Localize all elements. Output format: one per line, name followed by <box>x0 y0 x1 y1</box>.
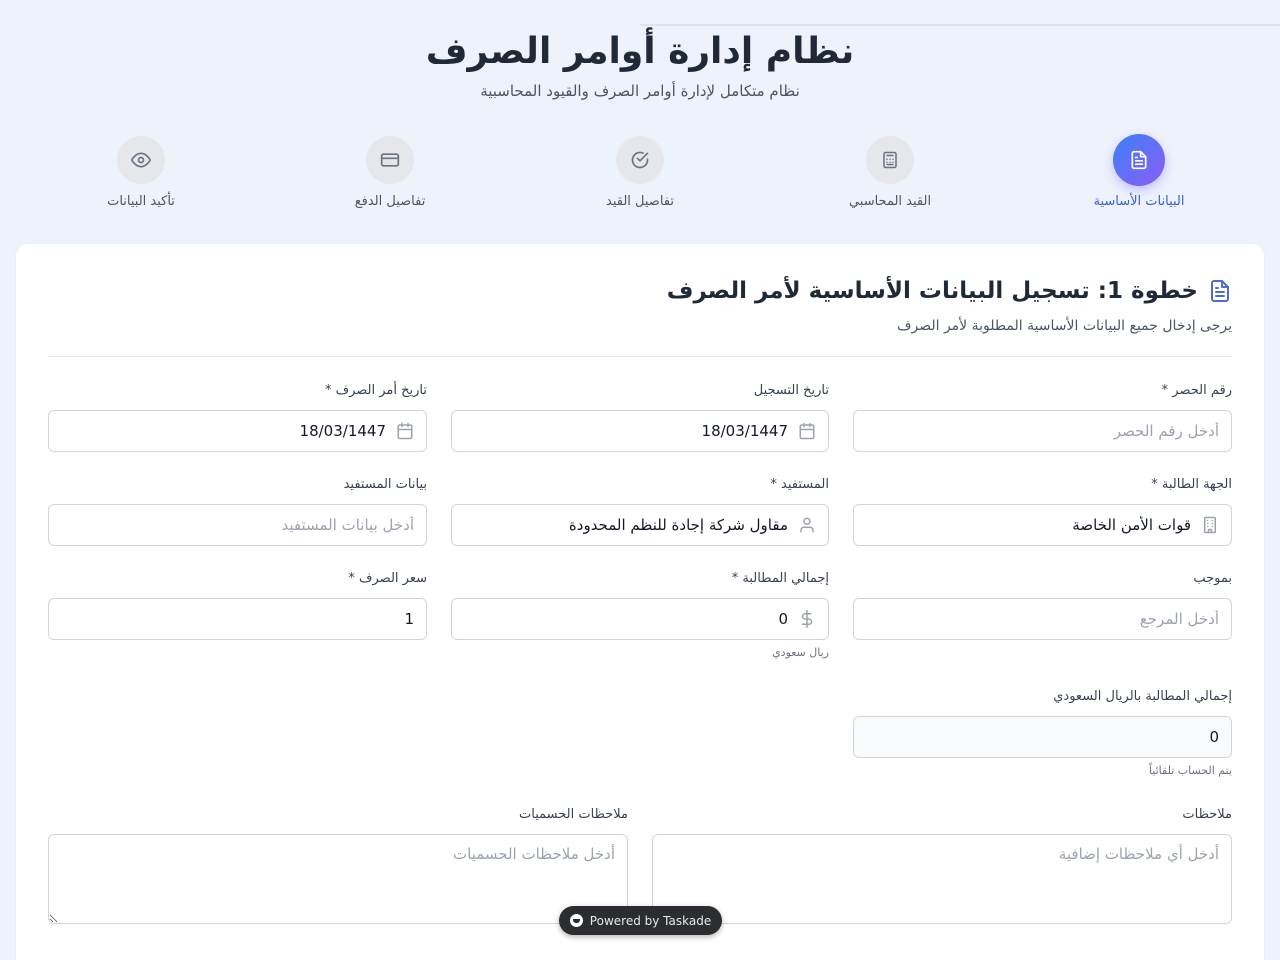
reference-label: بموجب <box>1193 571 1232 586</box>
dollar-icon <box>798 610 816 628</box>
document-icon <box>1113 134 1165 186</box>
reference-box <box>853 598 1232 640</box>
total-sar-label: إجمالي المطالبة بالريال السعودي <box>1053 689 1232 704</box>
beneficiary-data-box <box>48 504 427 546</box>
reference-input[interactable] <box>866 610 1219 628</box>
requesting-entity-box <box>853 504 1232 546</box>
order-date-box <box>48 410 427 452</box>
calendar-icon[interactable] <box>798 422 816 440</box>
beneficiary-data-input[interactable] <box>61 516 414 534</box>
registration-date-input[interactable] <box>464 422 788 440</box>
section-divider <box>48 356 1232 357</box>
beneficiary-input[interactable] <box>464 516 788 534</box>
section-title-text: خطوة 1: تسجيل البيانات الأساسية لأمر الص… <box>666 278 1198 304</box>
beneficiary-field: المستفيد * <box>451 476 829 546</box>
section-title: خطوة 1: تسجيل البيانات الأساسية لأمر الص… <box>48 278 1232 304</box>
step-basic-data[interactable]: البيانات الأساسية <box>1069 134 1209 209</box>
order-date-label: تاريخ أمر الصرف * <box>324 383 427 398</box>
user-icon <box>798 516 816 534</box>
taskade-logo-icon <box>569 914 583 927</box>
step-label: تأكيد البيانات <box>107 194 175 209</box>
total-claim-box <box>451 598 829 640</box>
step-label: البيانات الأساسية <box>1093 194 1185 209</box>
order-date-field: تاريخ أمر الصرف * <box>48 382 427 452</box>
total-sar-input <box>866 728 1219 746</box>
total-claim-field: إجمالي المطالبة * ريال سعودي <box>451 570 829 659</box>
exchange-rate-label: سعر الصرف * <box>348 571 427 586</box>
requesting-entity-field: الجهة الطالبة * <box>853 476 1232 546</box>
step-entry-details[interactable]: تفاصيل القيد <box>570 134 710 209</box>
step-label: القيد المحاسبي <box>848 194 932 209</box>
step-payment-details[interactable]: تفاصيل الدفع <box>320 134 460 209</box>
total-claim-hint: ريال سعودي <box>772 646 829 659</box>
notes-label: ملاحظات <box>1182 807 1232 822</box>
app-subtitle: نظام متكامل لإدارة أوامر الصرف والقيود ا… <box>480 82 800 100</box>
top-divider <box>640 24 1280 26</box>
inventory-number-input[interactable] <box>866 422 1219 440</box>
document-icon <box>1208 279 1232 303</box>
calendar-icon[interactable] <box>396 422 414 440</box>
form-card: خطوة 1: تسجيل البيانات الأساسية لأمر الص… <box>16 244 1264 960</box>
credit-card-icon <box>366 136 414 184</box>
deduction-notes-textarea[interactable] <box>48 834 628 924</box>
calculator-icon <box>866 136 914 184</box>
step-confirm-data[interactable]: تأكيد البيانات <box>71 134 211 209</box>
page-header: نظام إدارة أوامر الصرف نظام متكامل لإدار… <box>0 0 1280 100</box>
stepper: البيانات الأساسية القيد المحاسبي تفاصيل … <box>0 134 1280 214</box>
total-sar-box <box>853 716 1232 758</box>
app-title: نظام إدارة أوامر الصرف <box>425 31 855 72</box>
exchange-rate-field: سعر الصرف * <box>48 570 427 640</box>
section-header: خطوة 1: تسجيل البيانات الأساسية لأمر الص… <box>48 278 1232 334</box>
beneficiary-box <box>451 504 829 546</box>
requesting-entity-input[interactable] <box>866 516 1191 534</box>
notes-field: ملاحظات <box>652 806 1232 928</box>
check-circle-icon <box>616 136 664 184</box>
requesting-entity-label: الجهة الطالبة * <box>1151 477 1232 492</box>
order-date-input[interactable] <box>61 422 386 440</box>
powered-by-badge[interactable]: Powered by Taskade <box>559 906 722 935</box>
notes-textarea[interactable] <box>652 834 1232 924</box>
step-accounting-entry[interactable]: القيد المحاسبي <box>820 134 960 209</box>
inventory-number-box <box>853 410 1232 452</box>
step-label: تفاصيل القيد <box>606 194 674 209</box>
exchange-rate-input[interactable] <box>61 610 414 628</box>
inventory-number-label: رقم الحصر * <box>1161 383 1232 398</box>
total-claim-label: إجمالي المطالبة * <box>731 571 829 586</box>
registration-date-label: تاريخ التسجيل <box>753 383 829 398</box>
total-claim-input[interactable] <box>464 610 788 628</box>
registration-date-box <box>451 410 829 452</box>
powered-by-label: Powered by Taskade <box>589 913 712 928</box>
reference-field: بموجب <box>853 570 1232 640</box>
beneficiary-data-field: بيانات المستفيد <box>48 476 427 546</box>
total-sar-hint: يتم الحساب تلقائياً <box>1148 764 1232 777</box>
inventory-number-field: رقم الحصر * <box>853 382 1232 452</box>
eye-icon <box>117 136 165 184</box>
registration-date-field: تاريخ التسجيل <box>451 382 829 452</box>
beneficiary-label: المستفيد * <box>770 477 829 492</box>
deduction-notes-label: ملاحظات الحسميات <box>519 807 628 822</box>
step-label: تفاصيل الدفع <box>354 194 426 209</box>
beneficiary-data-label: بيانات المستفيد <box>343 477 427 492</box>
building-icon <box>1201 516 1219 534</box>
section-description: يرجى إدخال جميع البيانات الأساسية المطلو… <box>896 318 1232 334</box>
deduction-notes-field: ملاحظات الحسميات <box>48 806 628 928</box>
total-sar-field: إجمالي المطالبة بالريال السعودي يتم الحس… <box>853 688 1232 777</box>
exchange-rate-box <box>48 598 427 640</box>
